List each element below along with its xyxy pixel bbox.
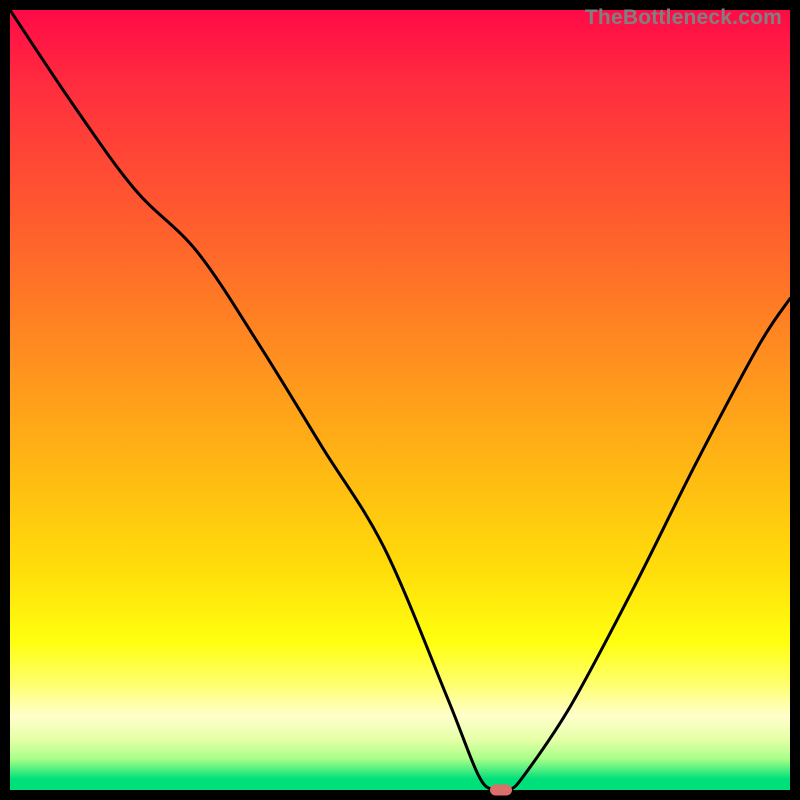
bottleneck-curve: [10, 10, 790, 790]
attribution-label: TheBottleneck.com: [585, 6, 782, 30]
gradient-plot-area: [10, 10, 790, 790]
min-marker: [490, 785, 512, 796]
chart-stage: TheBottleneck.com: [0, 0, 800, 800]
